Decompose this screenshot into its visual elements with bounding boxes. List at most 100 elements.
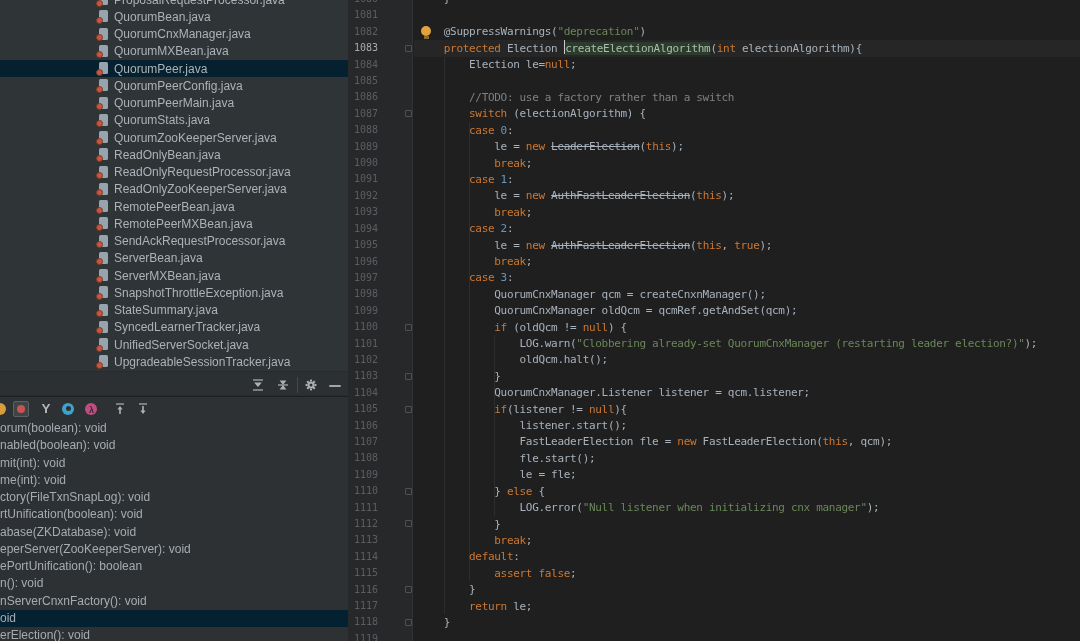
code-line[interactable]: } [419,582,1038,598]
structure-item[interactable]: erElection(): void [0,627,348,641]
code-line[interactable]: assert false; [419,566,1038,582]
tree-item[interactable]: RemotePeerBean.java [0,198,348,215]
fold-marker-icon[interactable] [405,488,412,495]
code-line[interactable] [419,631,1038,641]
structure-item[interactable]: oid [0,610,348,627]
code-line[interactable]: LOG.warn("Clobbering already-set QuorumC… [419,336,1038,352]
code-line[interactable]: //TODO: use a factory rather than a swit… [419,90,1038,106]
code-line[interactable]: break; [419,254,1038,270]
code-line[interactable]: le = new LeaderElection(this); [419,139,1038,155]
code-line[interactable]: le = new AuthFastLeaderElection(this, tr… [419,238,1038,254]
move-up-icon[interactable] [113,402,127,416]
tree-item[interactable]: SnapshotThrottleException.java [0,284,348,301]
code-line[interactable]: } [419,615,1038,631]
code-line[interactable]: QuorumCnxManager qcm = createCnxnManager… [419,287,1038,303]
structure-item[interactable]: ePortUnification(): boolean [0,558,348,575]
fold-marker-icon[interactable] [405,619,412,626]
code-line[interactable] [419,7,1038,23]
tree-item[interactable]: ReadOnlyZooKeeperServer.java [0,181,348,198]
tree-item[interactable]: RemotePeerMXBean.java [0,215,348,232]
fold-marker-icon[interactable] [405,45,412,52]
fold-marker-icon[interactable] [405,110,412,117]
fold-marker-icon[interactable] [405,586,412,593]
hide-panel-icon[interactable] [327,378,343,392]
tree-item[interactable]: QuorumStats.java [0,112,348,129]
tree-item[interactable]: QuorumPeer.java [0,60,348,77]
tree-item[interactable]: UpgradeableSessionTracker.java [0,353,348,370]
code-line[interactable]: listener.start(); [419,418,1038,434]
code-line[interactable]: } [419,517,1038,533]
code-line[interactable]: le = fle; [419,467,1038,483]
structure-item[interactable]: rtUnification(boolean): void [0,506,348,523]
code-line[interactable]: if (oldQcm != null) { [419,320,1038,336]
code-line[interactable]: return le; [419,599,1038,615]
tree-item[interactable]: SyncedLearnerTracker.java [0,319,348,336]
structure-item[interactable]: eperServer(ZooKeeperServer): void [0,541,348,558]
code-line[interactable]: LOG.error("Null listener when initializi… [419,500,1038,516]
show-fields-icon[interactable] [62,403,74,415]
code-line[interactable]: break; [419,205,1038,221]
tree-item[interactable]: QuorumCnxManager.java [0,26,348,43]
line-number: 1108 [348,450,378,466]
tree-item[interactable]: StateSummary.java [0,302,348,319]
structure-item[interactable]: mit(int): void [0,455,348,472]
show-lambdas-icon[interactable]: λ [85,403,97,415]
code-line[interactable]: QuorumCnxManager oldQcm = qcmRef.getAndS… [419,303,1038,319]
collapse-selection-icon[interactable] [276,378,290,392]
tree-item[interactable]: QuorumPeerMain.java [0,95,348,112]
project-tree-toolbar [0,371,348,396]
tree-item[interactable]: UnifiedServerSocket.java [0,336,348,353]
code-line[interactable]: Election le=null; [419,57,1038,73]
code-line[interactable]: fle.start(); [419,451,1038,467]
structure-item[interactable]: orum(boolean): void [0,420,348,437]
tree-item[interactable]: QuorumZooKeeperServer.java [0,129,348,146]
tree-item[interactable]: QuorumPeerConfig.java [0,77,348,94]
code-text[interactable]: } @SuppressWarnings("deprecation") prote… [419,0,1038,641]
code-line[interactable]: } [419,369,1038,385]
structure-item[interactable]: me(int): void [0,472,348,489]
code-line[interactable]: default: [419,549,1038,565]
code-line[interactable]: switch (electionAlgorithm) { [419,106,1038,122]
tree-item[interactable]: SendAckRequestProcessor.java [0,233,348,250]
visibility-orange-icon[interactable] [0,403,6,415]
code-line[interactable]: QuorumCnxManager.Listener listener = qcm… [419,385,1038,401]
tree-item[interactable]: ServerBean.java [0,250,348,267]
structure-item[interactable]: ctory(FileTxnSnapLog): void [0,489,348,506]
code-line[interactable]: break; [419,533,1038,549]
tree-item[interactable]: QuorumMXBean.java [0,43,348,60]
sort-by-visibility-icon[interactable] [13,401,29,417]
code-line[interactable]: } [419,0,1038,7]
code-line[interactable]: case 1: [419,172,1038,188]
code-line[interactable]: } else { [419,484,1038,500]
tree-item[interactable]: ProposalRequestProcessor.java [0,0,348,8]
tree-item[interactable]: ServerMXBean.java [0,267,348,284]
move-down-icon[interactable] [136,402,150,416]
filter-icon[interactable]: Y [40,401,52,416]
code-editor[interactable]: 1080108110821083108410851086108710881089… [348,0,1080,641]
code-line[interactable]: case 3: [419,270,1038,286]
structure-item[interactable]: n(): void [0,575,348,592]
structure-item[interactable]: abase(ZKDatabase): void [0,524,348,541]
code-line[interactable]: le = new AuthFastLeaderElection(this); [419,188,1038,204]
structure-item[interactable]: nServerCnxnFactory(): void [0,593,348,610]
settings-gear-icon[interactable] [304,378,318,392]
collapse-all-icon[interactable] [251,378,265,392]
line-number: 1103 [348,368,378,384]
code-line[interactable]: oldQcm.halt(); [419,352,1038,368]
code-line[interactable]: case 0: [419,123,1038,139]
code-line[interactable]: break; [419,156,1038,172]
code-line[interactable]: case 2: [419,221,1038,237]
tree-item[interactable]: ReadOnlyBean.java [0,146,348,163]
code-line[interactable]: if(listener != null){ [419,402,1038,418]
fold-marker-icon[interactable] [405,373,412,380]
fold-marker-icon[interactable] [405,406,412,413]
code-line[interactable]: @SuppressWarnings("deprecation") [419,24,1038,40]
code-line[interactable]: FastLeaderElection fle = new FastLeaderE… [419,434,1038,450]
code-line[interactable]: protected Election createElectionAlgorit… [419,40,1038,57]
fold-marker-icon[interactable] [405,520,412,527]
structure-item[interactable]: nabled(boolean): void [0,437,348,454]
tree-item[interactable]: ReadOnlyRequestProcessor.java [0,164,348,181]
tree-item[interactable]: QuorumBean.java [0,8,348,25]
code-line[interactable] [419,74,1038,90]
fold-marker-icon[interactable] [405,324,412,331]
